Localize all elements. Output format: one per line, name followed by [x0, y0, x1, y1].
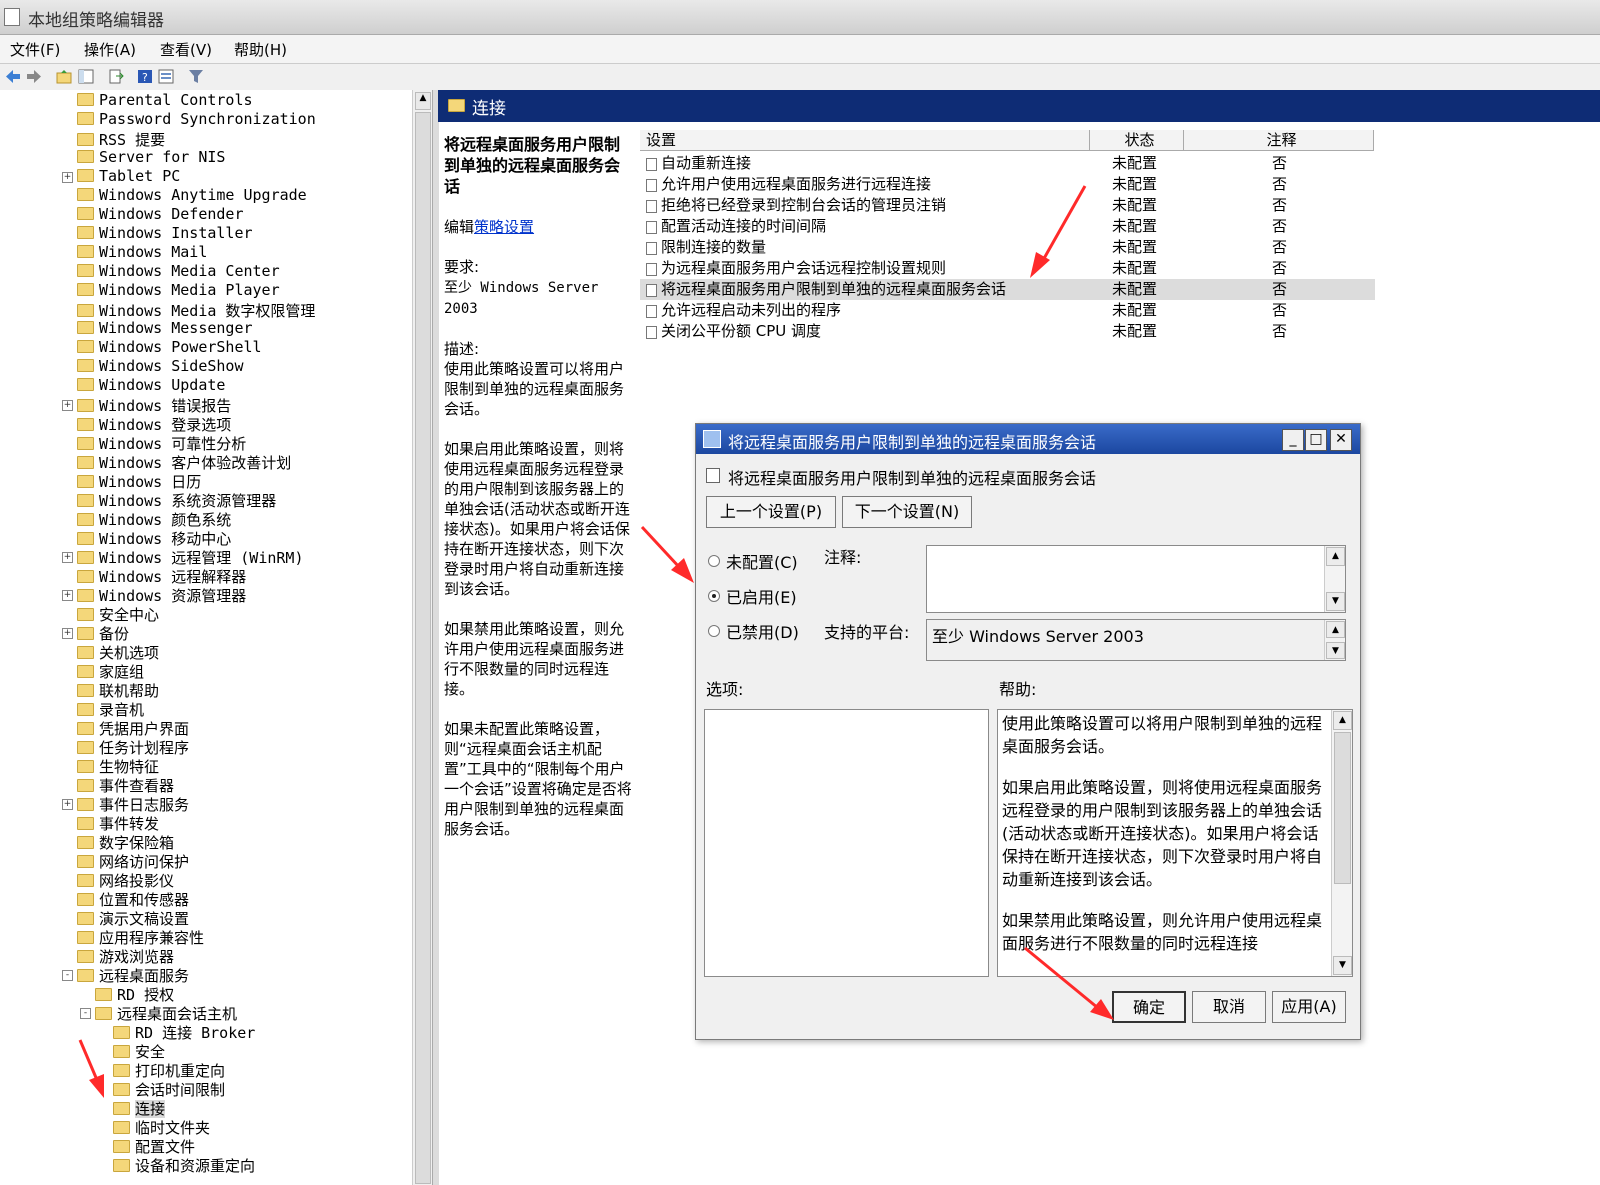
annotation-arrows — [78, 185, 1114, 1098]
arrow-to-enabled-icon — [640, 525, 694, 583]
arrow-to-tree-node-icon — [78, 1039, 104, 1098]
arrow-to-ok-icon — [1024, 946, 1114, 1020]
arrow-to-setting-icon — [1030, 185, 1087, 278]
